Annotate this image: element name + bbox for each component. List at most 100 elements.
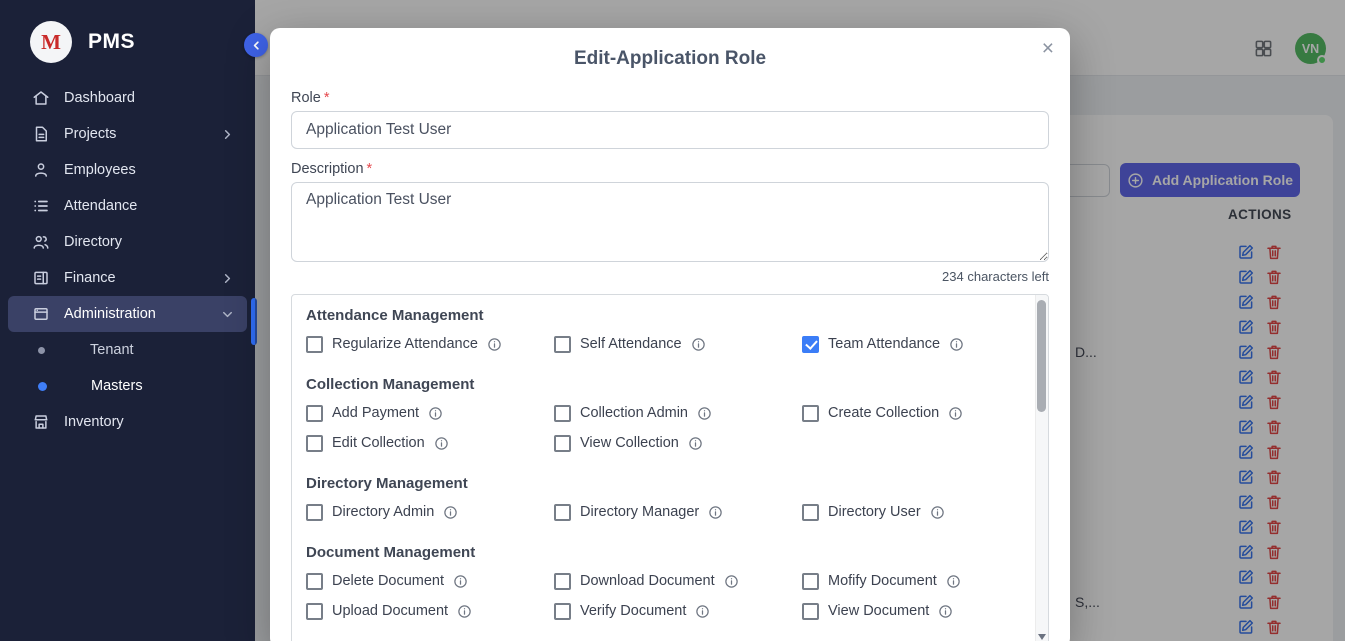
sidebar-item-administration[interactable]: Administration	[8, 296, 247, 332]
permission-item: Edit Collection	[306, 433, 554, 453]
permission-group: Document Management Delete Document Down…	[306, 544, 1018, 621]
permission-checkbox[interactable]	[306, 504, 323, 521]
description-label-text: Description	[291, 161, 364, 177]
sidebar-item-inventory[interactable]: Inventory	[8, 404, 247, 440]
sidebar-subitem-tenant[interactable]: Tenant	[8, 332, 247, 368]
description-textarea[interactable]: Application Test User	[291, 182, 1049, 262]
info-icon[interactable]	[428, 406, 443, 421]
scroll-down-arrow-icon[interactable]	[1038, 634, 1046, 640]
permission-label: Download Document	[580, 573, 715, 589]
characters-left-counter: 234 characters left	[291, 269, 1049, 284]
permission-group: Directory Management Directory Admin Dir…	[306, 475, 1018, 522]
sidebar-item-finance[interactable]: Finance	[8, 260, 247, 296]
sidebar: M PMS Dashboard Projects Employees Atten…	[0, 0, 255, 641]
permission-checkbox[interactable]	[802, 504, 819, 521]
permission-grid: Delete Document Download Document Mofify…	[306, 571, 1018, 621]
info-icon[interactable]	[930, 505, 945, 520]
permission-item: Directory User	[802, 502, 1018, 522]
permission-checkbox[interactable]	[306, 435, 323, 452]
info-icon[interactable]	[946, 574, 961, 589]
info-icon[interactable]	[688, 436, 703, 451]
permission-label: Delete Document	[332, 573, 444, 589]
permission-checkbox[interactable]	[554, 573, 571, 590]
info-icon[interactable]	[457, 604, 472, 619]
sidebar-item-dashboard[interactable]: Dashboard	[8, 80, 247, 116]
logo: M	[30, 21, 72, 63]
permission-label: Upload Document	[332, 603, 448, 619]
sidebar-item-label: Directory	[64, 234, 122, 250]
info-icon[interactable]	[695, 604, 710, 619]
permission-grid: Regularize Attendance Self Attendance Te…	[306, 334, 1018, 354]
sidebar-collapse-button[interactable]	[244, 33, 268, 57]
info-icon[interactable]	[443, 505, 458, 520]
info-icon[interactable]	[691, 337, 706, 352]
sidebar-item-label: Dashboard	[64, 90, 135, 106]
permission-label: Self Attendance	[580, 336, 682, 352]
permissions-panel: Attendance Management Regularize Attenda…	[291, 294, 1049, 641]
sidebar-item-label: Masters	[91, 378, 143, 394]
permission-checkbox[interactable]	[554, 336, 571, 353]
sidebar-item-attendance[interactable]: Attendance	[8, 188, 247, 224]
permission-checkbox[interactable]	[554, 603, 571, 620]
permission-item: Upload Document	[306, 601, 554, 621]
required-asterisk: *	[324, 90, 330, 106]
permission-group-title: Collection Management	[306, 376, 1018, 393]
info-icon[interactable]	[724, 574, 739, 589]
sidebar-item-label: Inventory	[64, 414, 124, 430]
permission-checkbox[interactable]	[306, 573, 323, 590]
permission-checkbox[interactable]	[554, 405, 571, 422]
sidebar-item-employees[interactable]: Employees	[8, 152, 247, 188]
finance-icon	[32, 269, 50, 287]
info-icon[interactable]	[697, 406, 712, 421]
permission-label: Directory Manager	[580, 504, 699, 520]
permission-group-title: Document Management	[306, 544, 1018, 561]
info-icon[interactable]	[949, 337, 964, 352]
info-icon[interactable]	[708, 505, 723, 520]
permission-checkbox[interactable]	[802, 336, 819, 353]
permission-checkbox[interactable]	[554, 435, 571, 452]
role-input[interactable]	[291, 111, 1049, 149]
sidebar-item-directory[interactable]: Directory	[8, 224, 247, 260]
permission-label: View Document	[828, 603, 929, 619]
sidebar-subitem-masters[interactable]: Masters	[8, 368, 247, 404]
permission-item: Mofify Document	[802, 571, 1018, 591]
info-icon[interactable]	[938, 604, 953, 619]
permission-label: Directory Admin	[332, 504, 434, 520]
permission-label: Team Attendance	[828, 336, 940, 352]
sidebar-item-label: Tenant	[90, 342, 134, 358]
permission-checkbox[interactable]	[802, 405, 819, 422]
sidebar-nav: Dashboard Projects Employees Attendance …	[0, 80, 255, 440]
permission-item: Add Payment	[306, 403, 554, 423]
bullet-active-icon	[38, 382, 47, 391]
permission-item: Directory Manager	[554, 502, 802, 522]
permission-item: Delete Document	[306, 571, 554, 591]
permission-group-title: Attendance Management	[306, 307, 1018, 324]
home-icon	[32, 89, 50, 107]
permission-group: Collection Management Add Payment Collec…	[306, 376, 1018, 453]
permission-checkbox[interactable]	[802, 573, 819, 590]
sidebar-item-label: Attendance	[64, 198, 137, 214]
permission-checkbox[interactable]	[554, 504, 571, 521]
permission-item: Team Attendance	[802, 334, 1018, 354]
permission-label: Directory User	[828, 504, 921, 520]
permission-checkbox[interactable]	[802, 603, 819, 620]
permission-checkbox[interactable]	[306, 405, 323, 422]
info-icon[interactable]	[487, 337, 502, 352]
info-icon[interactable]	[948, 406, 963, 421]
sidebar-item-projects[interactable]: Projects	[8, 116, 247, 152]
required-asterisk: *	[367, 161, 373, 177]
list-icon	[32, 197, 50, 215]
permission-item: Create Collection	[802, 403, 1018, 423]
bullet-icon	[38, 347, 45, 354]
permission-label: Create Collection	[828, 405, 939, 421]
permission-checkbox[interactable]	[306, 336, 323, 353]
permission-label: Mofify Document	[828, 573, 937, 589]
close-icon[interactable]: ×	[1042, 38, 1054, 59]
info-icon[interactable]	[453, 574, 468, 589]
info-icon[interactable]	[434, 436, 449, 451]
permission-checkbox[interactable]	[306, 603, 323, 620]
scrollbar-thumb[interactable]	[1037, 300, 1046, 412]
permission-item: View Document	[802, 601, 1018, 621]
chevron-right-icon	[220, 271, 235, 286]
logo-letter: M	[41, 30, 61, 55]
